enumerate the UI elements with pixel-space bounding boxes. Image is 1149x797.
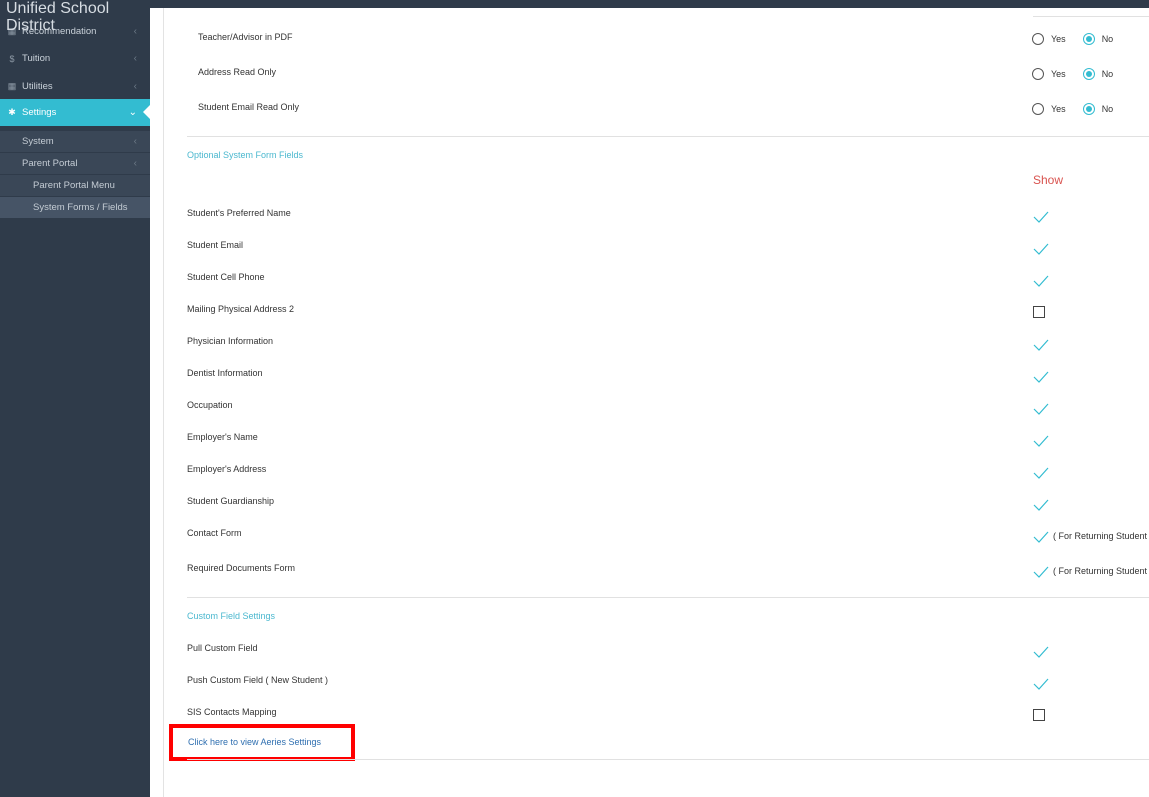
- section-title: Custom Field Settings: [187, 611, 276, 621]
- checkmark-icon[interactable]: [1033, 338, 1049, 351]
- highlight-annotation: [169, 724, 355, 761]
- gear-icon: ✱: [8, 107, 16, 117]
- radio-yes-label: Yes: [1051, 69, 1066, 79]
- sidebar-item-label: Parent Portal: [22, 158, 78, 169]
- radio-yes[interactable]: [1032, 103, 1044, 115]
- field-label: Occupation: [187, 400, 233, 410]
- checkbox[interactable]: [1033, 306, 1045, 318]
- field-label: Student's Preferred Name: [187, 208, 291, 218]
- sidebar-item-utilities[interactable]: ▦ Utilities ‹: [0, 73, 150, 100]
- top-bar: [150, 0, 1149, 8]
- field-label: Push Custom Field ( New Student ): [187, 675, 329, 685]
- active-pointer: [143, 104, 151, 120]
- field-label: Pull Custom Field: [187, 643, 258, 653]
- field-label: Employer's Name: [187, 432, 258, 442]
- field-label: Mailing Physical Address 2: [187, 304, 295, 314]
- field-label: Contact Form: [187, 528, 242, 538]
- checkbox[interactable]: [1033, 709, 1045, 721]
- chevron-down-icon: ⌄: [128, 107, 137, 118]
- checkmark-icon[interactable]: [1033, 242, 1049, 255]
- checkmark-icon[interactable]: [1033, 466, 1049, 479]
- brand-title: Unified School District: [6, 0, 110, 34]
- radio-no-label: No: [1101, 104, 1114, 114]
- checkmark-icon[interactable]: [1033, 498, 1049, 511]
- checkmark-icon[interactable]: [1033, 645, 1049, 658]
- field-note: ( For Returning Student: [1053, 566, 1148, 576]
- sidebar-item-label: Tuition: [22, 53, 51, 64]
- chevron-left-icon: ‹: [133, 136, 137, 147]
- radio-no-label: No: [1101, 34, 1114, 44]
- sidebar-item-label: System Forms / Fields: [33, 202, 128, 213]
- divider: [1033, 16, 1149, 17]
- field-label: Student Email: [187, 240, 244, 250]
- chevron-left-icon: ‹: [133, 158, 137, 169]
- radio-group-student-email-read-only: Yes No: [1032, 103, 1113, 115]
- sidebar-item-system-forms[interactable]: System Forms / Fields: [0, 197, 150, 218]
- sidebar-item-parent-portal[interactable]: Parent Portal ‹: [0, 153, 150, 174]
- sidebar-item-label: Settings: [22, 107, 57, 118]
- radio-yes[interactable]: [1032, 33, 1044, 45]
- checkmark-icon[interactable]: [1033, 434, 1049, 447]
- chevron-left-icon: ‹: [133, 81, 137, 92]
- checkmark-icon[interactable]: [1033, 370, 1049, 383]
- field-label: Student Guardianship: [187, 496, 275, 506]
- checkmark-icon[interactable]: [1033, 565, 1049, 578]
- chevron-left-icon: ‹: [133, 26, 137, 37]
- field-label: Dentist Information: [187, 368, 263, 378]
- radio-no-label: No: [1101, 69, 1114, 79]
- sidebar-item-label: Parent Portal Menu: [33, 180, 115, 191]
- radio-group-address-read-only: Yes No: [1032, 68, 1113, 80]
- chevron-left-icon: ‹: [133, 53, 137, 64]
- field-label: SIS Contacts Mapping: [187, 707, 277, 717]
- setting-label: Student Email Read Only: [198, 102, 300, 112]
- radio-yes-label: Yes: [1051, 34, 1066, 44]
- checkmark-icon[interactable]: [1033, 402, 1049, 415]
- radio-yes-label: Yes: [1051, 104, 1066, 114]
- sidebar-item-tuition[interactable]: $ Tuition ‹: [0, 45, 150, 72]
- field-label: Employer's Address: [187, 464, 267, 474]
- field-label: Required Documents Form: [187, 563, 296, 573]
- checkmark-icon[interactable]: [1033, 274, 1049, 287]
- divider: [187, 136, 1149, 137]
- field-note: ( For Returning Student: [1053, 531, 1148, 541]
- checkmark-icon[interactable]: [1033, 677, 1049, 690]
- sidebar-item-label: System: [22, 136, 54, 147]
- field-label: Physician Information: [187, 336, 274, 346]
- show-column-header: Show: [1033, 173, 1064, 187]
- divider: [187, 759, 1149, 760]
- checkmark-icon[interactable]: [1033, 530, 1049, 543]
- radio-no[interactable]: [1082, 68, 1095, 80]
- grid-icon: ▦: [7, 81, 17, 91]
- radio-no[interactable]: [1082, 33, 1095, 45]
- setting-label: Address Read Only: [198, 67, 277, 77]
- field-label: Student Cell Phone: [187, 272, 265, 282]
- divider: [187, 597, 1149, 598]
- section-title: Optional System Form Fields: [187, 150, 304, 160]
- setting-label: Teacher/Advisor in PDF: [198, 32, 293, 42]
- radio-group-teacher-advisor: Yes No: [1032, 33, 1113, 45]
- dollar-icon: $: [9, 53, 15, 64]
- radio-no[interactable]: [1082, 103, 1095, 115]
- sidebar-item-parent-portal-menu[interactable]: Parent Portal Menu: [0, 175, 150, 196]
- sidebar-item-system[interactable]: System ‹: [0, 131, 150, 152]
- sidebar: Unified School District ▦ Recommendation…: [0, 0, 151, 797]
- sidebar-item-settings[interactable]: ✱ Settings ⌄: [0, 99, 150, 126]
- radio-yes[interactable]: [1032, 68, 1044, 80]
- checkmark-icon[interactable]: [1033, 210, 1049, 223]
- sidebar-item-label: Utilities: [22, 81, 53, 92]
